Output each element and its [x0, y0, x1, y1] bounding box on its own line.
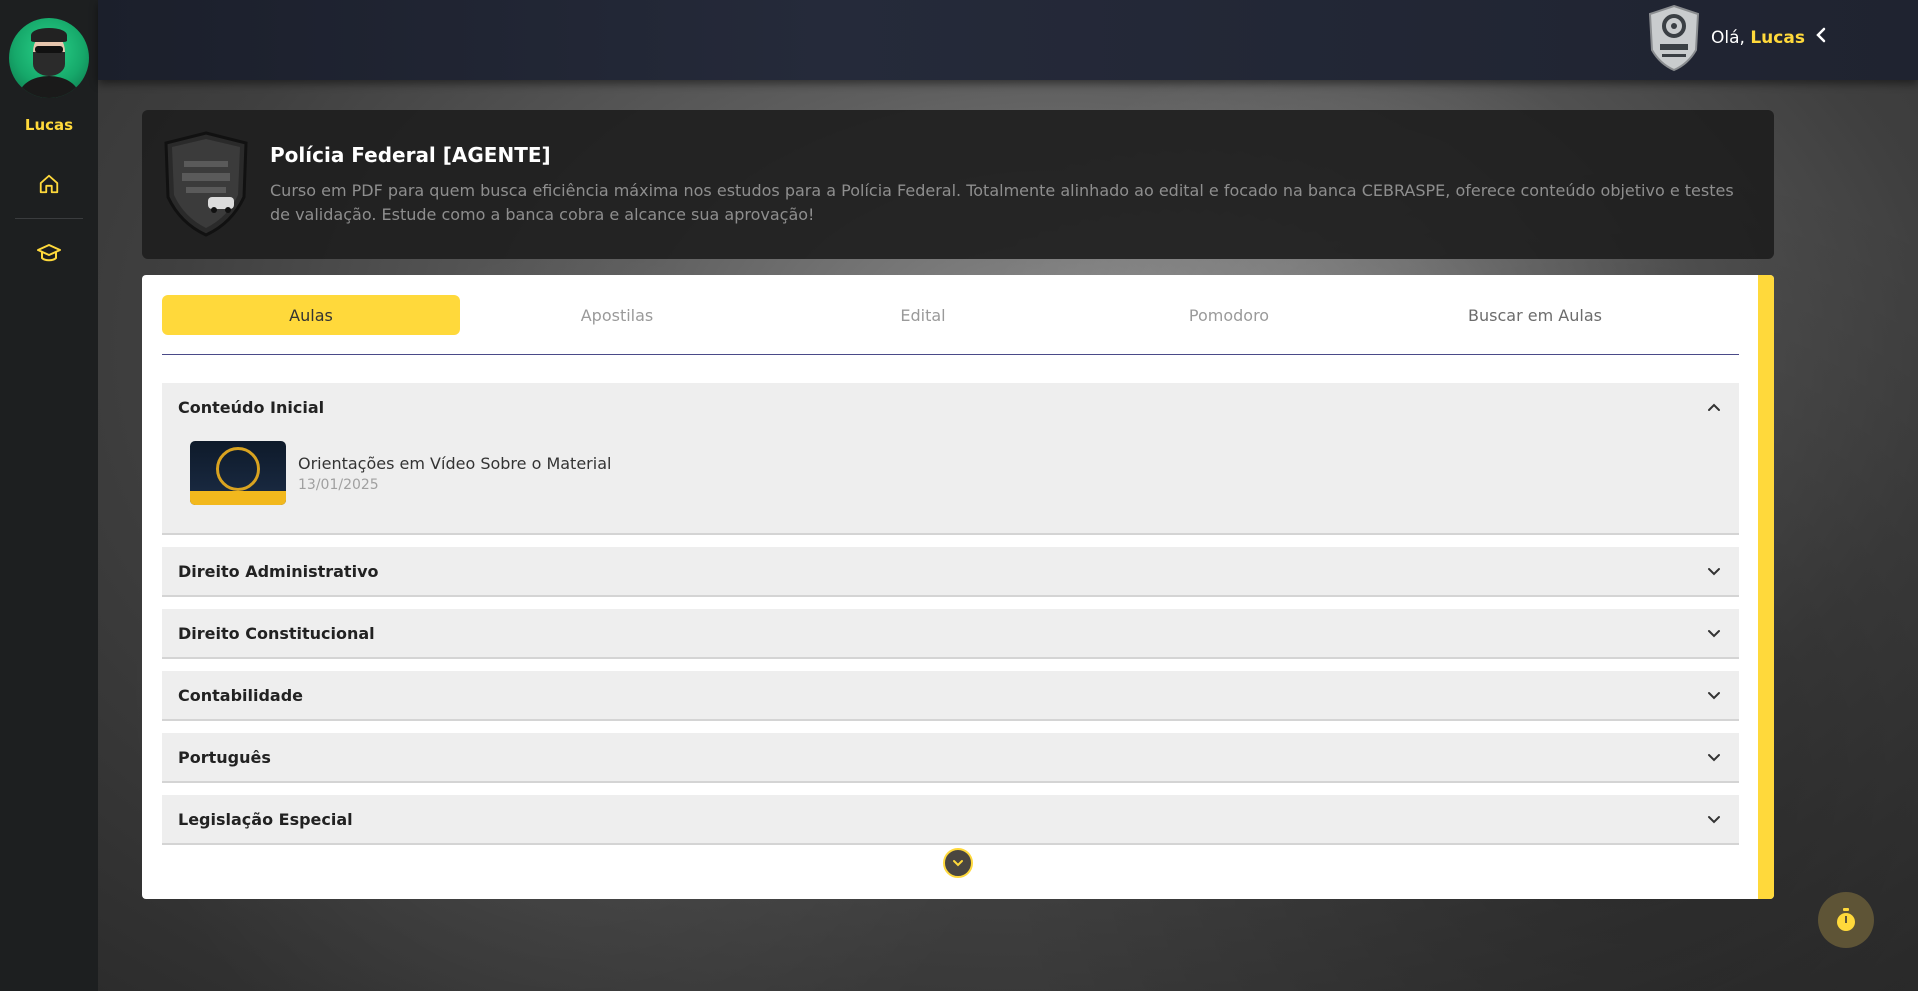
course-title: Polícia Federal [AGENTE]	[270, 142, 551, 167]
accordion-header-direito-administrativo[interactable]: Direito Administrativo	[162, 547, 1739, 595]
module-accordion: Conteúdo Inicial Orientações em Vídeo So…	[162, 383, 1739, 857]
accordion-section: Contabilidade	[162, 671, 1739, 721]
sidebar: Lucas	[0, 0, 98, 991]
lesson-date: 13/01/2025	[298, 476, 379, 493]
accordion-header-direito-constitucional[interactable]: Direito Constitucional	[162, 609, 1739, 657]
greeting-user-name: Lucas	[1750, 28, 1805, 48]
greeting: Olá, Lucas	[1711, 28, 1805, 48]
accordion-header-conteudo-inicial[interactable]: Conteúdo Inicial	[162, 383, 1739, 431]
lesson-title: Orientações em Vídeo Sobre o Material	[298, 453, 612, 473]
course-header-card: Polícia Federal [AGENTE] Curso em PDF pa…	[142, 110, 1774, 259]
sidebar-divider	[15, 218, 83, 219]
accordion-section: Direito Constitucional	[162, 609, 1739, 659]
accordion-title: Contabilidade	[178, 685, 304, 705]
accordion-title: Legislação Especial	[178, 809, 353, 829]
tab-pomodoro[interactable]: Pomodoro	[1080, 295, 1378, 335]
topbar: Olá, Lucas	[98, 0, 1918, 80]
chevron-up-icon	[1705, 398, 1723, 416]
accordion-title: Português	[178, 747, 271, 767]
sidebar-user-name: Lucas	[24, 116, 74, 134]
chevron-down-icon	[1705, 748, 1723, 766]
accordion-header-portugues[interactable]: Português	[162, 733, 1739, 781]
tab-buscar-em-aulas[interactable]: Buscar em Aulas	[1386, 295, 1684, 335]
accordion-title: Direito Administrativo	[178, 561, 379, 581]
lesson-thumbnail	[190, 441, 286, 505]
chevron-down-icon	[1705, 810, 1723, 828]
accordion-section: Direito Administrativo	[162, 547, 1739, 597]
tab-edital[interactable]: Edital	[774, 295, 1072, 335]
chevron-down-icon	[1705, 686, 1723, 704]
course-description: Curso em PDF para quem busca eficiência …	[270, 180, 1734, 224]
avatar[interactable]	[9, 18, 89, 98]
accordion-header-legislacao-especial[interactable]: Legislação Especial	[162, 795, 1739, 843]
accordion-section: Conteúdo Inicial Orientações em Vídeo So…	[162, 383, 1739, 535]
timer-icon[interactable]	[1818, 892, 1874, 948]
brand-logo	[1646, 4, 1702, 72]
tab-bar: Aulas Apostilas Edital Pomodoro Buscar e…	[162, 295, 1739, 355]
chevron-down-icon	[1705, 562, 1723, 580]
accordion-title: Conteúdo Inicial	[178, 397, 325, 417]
tab-aulas[interactable]: Aulas	[162, 295, 460, 335]
accordion-title: Direito Constitucional	[178, 623, 375, 643]
course-badge-logo	[162, 130, 250, 239]
accordion-section: Legislação Especial	[162, 795, 1739, 845]
accordion-section: Português	[162, 733, 1739, 783]
greeting-text: Olá,	[1711, 28, 1751, 48]
content-panel: Aulas Apostilas Edital Pomodoro Buscar e…	[142, 275, 1774, 899]
scroll-down-icon[interactable]	[943, 848, 973, 878]
chevron-down-icon	[1705, 624, 1723, 642]
tab-apostilas[interactable]: Apostilas	[468, 295, 766, 335]
panel-accent-bar	[1758, 275, 1774, 899]
collapse-chevron-icon[interactable]	[1814, 26, 1828, 49]
lesson-item[interactable]: Orientações em Vídeo Sobre o Material 13…	[162, 431, 1739, 533]
graduation-cap-icon[interactable]	[29, 233, 69, 273]
accordion-header-contabilidade[interactable]: Contabilidade	[162, 671, 1739, 719]
home-icon[interactable]	[29, 164, 69, 204]
